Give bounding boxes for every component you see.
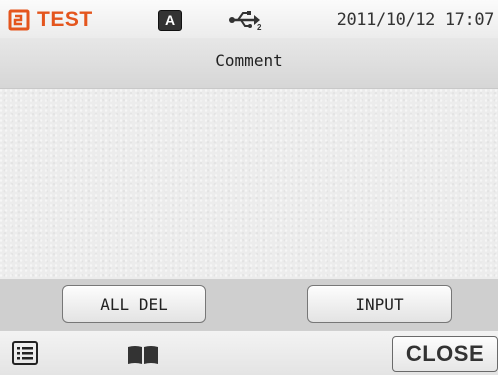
- key-badge: A: [158, 10, 182, 31]
- button-row: ALL DEL INPUT: [0, 279, 498, 330]
- list-icon[interactable]: [12, 341, 38, 365]
- all-del-button[interactable]: ALL DEL: [62, 285, 206, 323]
- mode-indicator: TEST: [8, 8, 93, 32]
- book-icon[interactable]: [127, 345, 159, 365]
- comment-area[interactable]: [0, 89, 498, 279]
- mode-icon: [8, 9, 30, 31]
- status-bar: TEST A 2 2011/10/12 17:07: [0, 0, 498, 38]
- mode-label: TEST: [37, 8, 93, 31]
- svg-text:2: 2: [257, 23, 262, 31]
- usb-icon: 2: [229, 11, 262, 31]
- title-bar: Comment: [0, 38, 498, 89]
- page-title: Comment: [215, 50, 283, 70]
- bottom-bar: CLOSE: [0, 330, 498, 375]
- input-button[interactable]: INPUT: [307, 285, 452, 323]
- close-button[interactable]: CLOSE: [392, 336, 498, 372]
- datetime: 2011/10/12 17:07: [336, 10, 495, 30]
